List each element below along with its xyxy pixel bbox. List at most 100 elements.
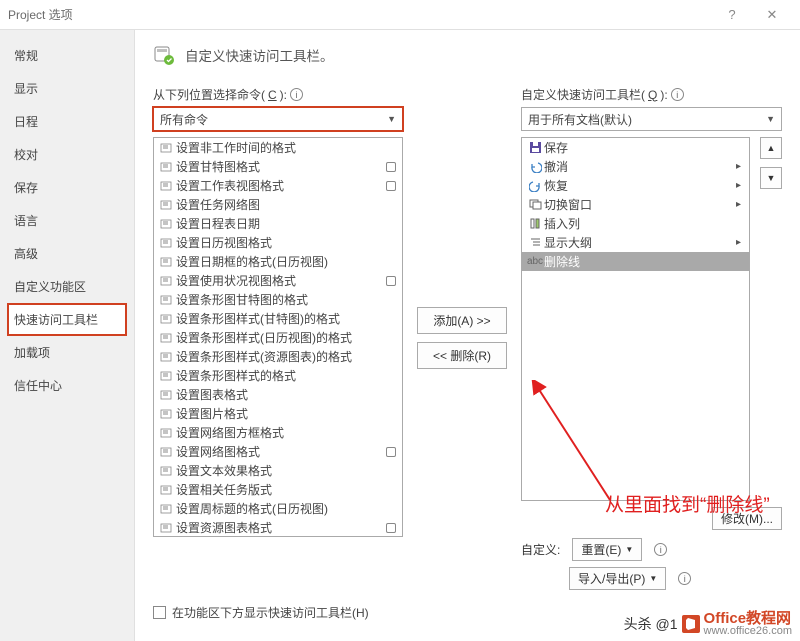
command-icon [158, 501, 176, 516]
command-item[interactable]: 设置条形图样式(资源图表)的格式 [154, 347, 402, 366]
command-item[interactable]: 设置日期框的格式(日历视图) [154, 252, 402, 271]
command-item[interactable]: 设置条形图甘特图的格式 [154, 290, 402, 309]
sidebar-item-schedule[interactable]: 日程 [8, 106, 126, 137]
command-icon [158, 159, 176, 174]
checkbox-icon [153, 606, 166, 619]
sidebar-item-proofing[interactable]: 校对 [8, 139, 126, 170]
add-button[interactable]: 添加(A) >> [417, 307, 507, 334]
expand-icon: ▸ [736, 161, 741, 172]
command-item[interactable]: 设置周标题的格式(日历视图) [154, 499, 402, 518]
command-icon [158, 254, 176, 269]
command-item[interactable]: 设置使用状况视图格式 [154, 271, 402, 290]
command-item[interactable]: 设置条形图样式(甘特图)的格式 [154, 309, 402, 328]
expand-icon: ▸ [736, 199, 741, 210]
custom-label: 自定义: [521, 541, 560, 558]
strike-icon: abc [526, 254, 544, 269]
command-item[interactable]: 设置图片格式 [154, 404, 402, 423]
command-icon [158, 463, 176, 478]
command-icon [158, 406, 176, 421]
info-icon[interactable]: i [290, 88, 303, 101]
command-icon [158, 140, 176, 155]
qat-header-icon [153, 44, 175, 66]
command-item[interactable]: 设置甘特图格式 [154, 157, 402, 176]
command-icon [158, 311, 176, 326]
info-icon[interactable]: i [678, 572, 691, 585]
command-icon [158, 330, 176, 345]
expand-icon: ▸ [736, 180, 741, 191]
expand-icon: ▸ [736, 237, 741, 248]
command-item[interactable]: 设置任务网络图 [154, 195, 402, 214]
qat-item[interactable]: 切换窗口▸ [522, 195, 749, 214]
page-title: 自定义快速访问工具栏。 [185, 45, 334, 65]
move-down-button[interactable]: ▼ [760, 167, 782, 189]
remove-button[interactable]: << 删除(R) [417, 342, 507, 369]
choose-commands-label: 从下列位置选择命令(C): i [153, 86, 403, 103]
command-icon [158, 216, 176, 231]
outline-icon [526, 235, 544, 250]
command-icon [158, 273, 176, 288]
choose-commands-dropdown[interactable]: 所有命令▼ [153, 107, 403, 131]
sidebar-item-display[interactable]: 显示 [8, 73, 126, 104]
window-title: Project 选项 [8, 6, 73, 23]
sidebar-item-advanced[interactable]: 高级 [8, 238, 126, 269]
sidebar-item-trust[interactable]: 信任中心 [8, 370, 126, 401]
annotation-text: 从里面找到“删除线” [605, 490, 770, 517]
command-icon [158, 292, 176, 307]
command-icon [158, 197, 176, 212]
qat-item[interactable]: 保存 [522, 138, 749, 157]
qat-item[interactable]: 插入列 [522, 214, 749, 233]
command-item[interactable]: 设置工作表视图格式 [154, 176, 402, 195]
command-icon [158, 349, 176, 364]
command-icon [158, 444, 176, 459]
insertcol-icon [526, 216, 544, 231]
command-icon [158, 520, 176, 535]
command-item[interactable]: 设置文本效果格式 [154, 461, 402, 480]
sidebar-item-general[interactable]: 常规 [8, 40, 126, 71]
content-pane: 自定义快速访问工具栏。 从下列位置选择命令(C): i 所有命令▼ 设置非工作时… [135, 30, 800, 641]
info-icon[interactable]: i [671, 88, 684, 101]
window-icon [526, 197, 544, 212]
command-item[interactable]: 设置非工作时间的格式 [154, 138, 402, 157]
sidebar-item-language[interactable]: 语言 [8, 205, 126, 236]
redo-icon [526, 178, 544, 193]
command-item[interactable]: 设置图表格式 [154, 385, 402, 404]
sidebar-item-save[interactable]: 保存 [8, 172, 126, 203]
command-item[interactable]: 设置日历视图格式 [154, 233, 402, 252]
qat-item[interactable]: 撤消▸ [522, 157, 749, 176]
command-icon [158, 482, 176, 497]
watermark: 头杀 @1 Office教程网 www.office26.com [624, 611, 792, 637]
chevron-down-icon: ▼ [766, 114, 775, 124]
command-item[interactable]: 设置条形图样式(日历视图)的格式 [154, 328, 402, 347]
commands-listbox[interactable]: 设置非工作时间的格式设置甘特图格式设置工作表视图格式设置任务网络图设置日程表日期… [153, 137, 403, 537]
command-icon [158, 178, 176, 193]
qat-item[interactable]: 显示大纲▸ [522, 233, 749, 252]
command-item[interactable]: 设置资源图表格式 [154, 518, 402, 536]
sidebar-item-customize-ribbon[interactable]: 自定义功能区 [8, 271, 126, 302]
command-icon [158, 425, 176, 440]
help-button[interactable]: ? [712, 7, 752, 22]
info-icon[interactable]: i [654, 543, 667, 556]
sidebar-item-qat[interactable]: 快速访问工具栏 [8, 304, 126, 335]
command-icon [158, 387, 176, 402]
sidebar-item-addins[interactable]: 加载项 [8, 337, 126, 368]
command-item[interactable]: 设置日程表日期 [154, 214, 402, 233]
move-up-button[interactable]: ▲ [760, 137, 782, 159]
command-icon [158, 368, 176, 383]
sidebar: 常规 显示 日程 校对 保存 语言 高级 自定义功能区 快速访问工具栏 加载项 … [0, 30, 135, 641]
chevron-down-icon: ▼ [387, 114, 396, 124]
qat-item[interactable]: abc删除线 [522, 252, 749, 271]
customize-qat-dropdown[interactable]: 用于所有文档(默认)▼ [521, 107, 782, 131]
qat-listbox[interactable]: 保存撤消▸恢复▸切换窗口▸插入列显示大纲▸abc删除线 [521, 137, 750, 501]
save-icon [526, 140, 544, 155]
command-item[interactable]: 设置相关任务版式 [154, 480, 402, 499]
office-logo-icon [682, 615, 700, 633]
customize-qat-label: 自定义快速访问工具栏(Q): i [521, 86, 782, 103]
import-export-button[interactable]: 导入/导出(P) ▼ [569, 567, 666, 590]
qat-item[interactable]: 恢复▸ [522, 176, 749, 195]
command-item[interactable]: 设置网络图方框格式 [154, 423, 402, 442]
command-icon [158, 235, 176, 250]
reset-button[interactable]: 重置(E) ▼ [572, 538, 642, 561]
command-item[interactable]: 设置网络图格式 [154, 442, 402, 461]
command-item[interactable]: 设置条形图样式的格式 [154, 366, 402, 385]
close-button[interactable]: ✕ [752, 7, 792, 23]
